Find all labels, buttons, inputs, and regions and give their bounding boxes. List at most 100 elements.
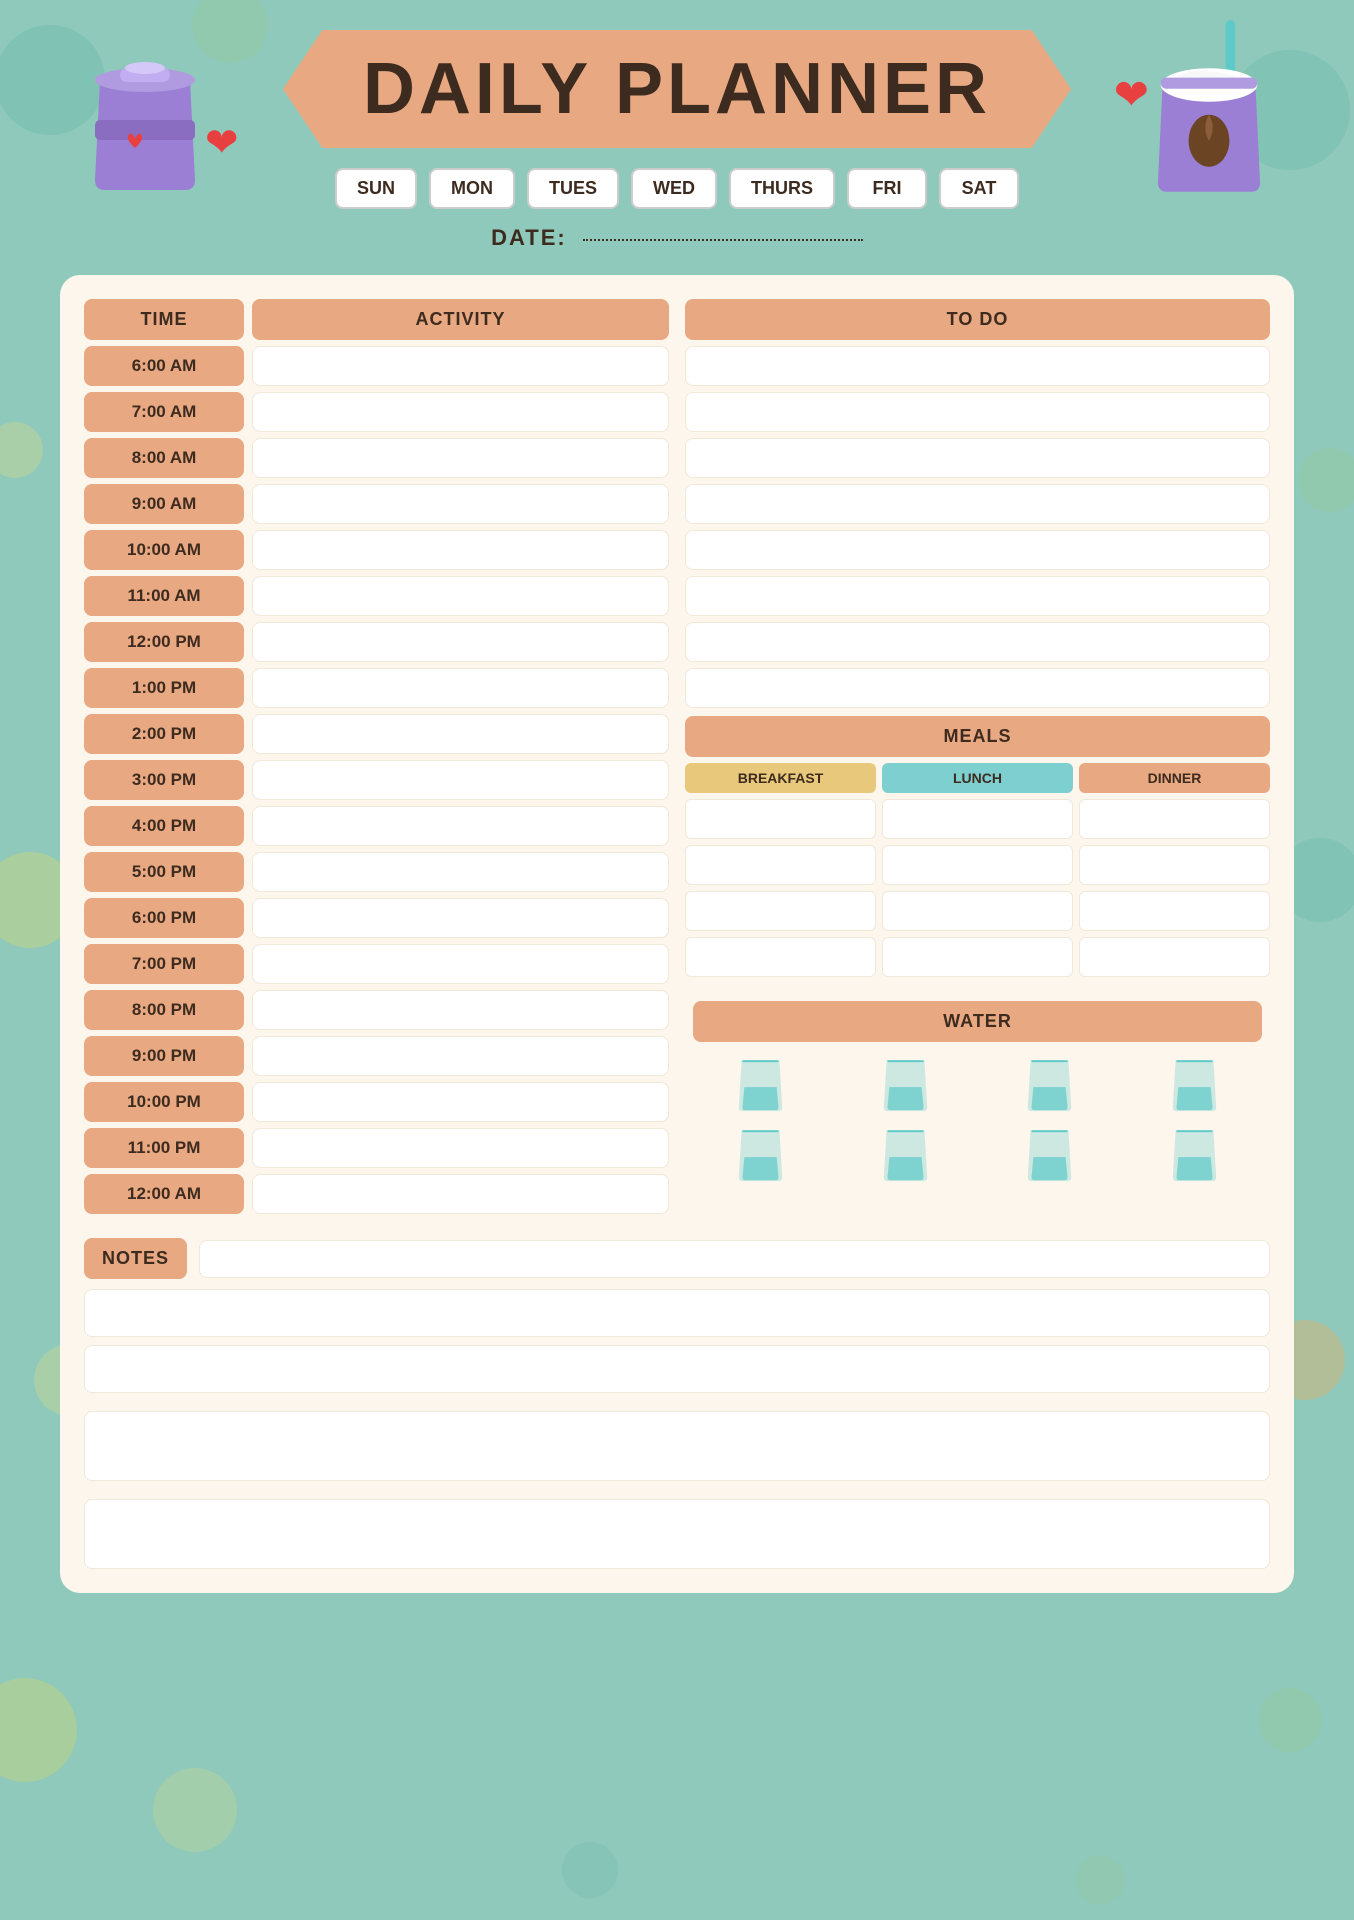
- water-glasses-bottom: [693, 1122, 1262, 1182]
- water-glass-3[interactable]: [1022, 1052, 1077, 1112]
- time-700pm: 7:00 PM: [84, 944, 244, 984]
- water-glass-7[interactable]: [1022, 1122, 1077, 1182]
- notes-row-1[interactable]: [84, 1289, 1270, 1337]
- time-row-600pm: 6:00 PM: [84, 898, 669, 938]
- activity-800pm[interactable]: [252, 990, 669, 1030]
- lunch-col-header: LUNCH: [882, 763, 1073, 793]
- day-thurs[interactable]: THURS: [729, 168, 835, 209]
- todo-row-8[interactable]: [685, 668, 1270, 708]
- breakfast-cell-3[interactable]: [685, 891, 876, 931]
- notes-section: NOTES: [84, 1238, 1270, 1569]
- activity-700pm[interactable]: [252, 944, 669, 984]
- todo-row-6[interactable]: [685, 576, 1270, 616]
- day-fri[interactable]: FRI: [847, 168, 927, 209]
- date-row: DATE:: [50, 225, 1304, 251]
- activity-900am[interactable]: [252, 484, 669, 524]
- day-mon[interactable]: MON: [429, 168, 515, 209]
- planner-card: TIME ACTIVITY 6:00 AM 7:00 AM 8:00 AM: [60, 275, 1294, 1593]
- activity-400pm[interactable]: [252, 806, 669, 846]
- dinner-cell-1[interactable]: [1079, 799, 1270, 839]
- day-tues[interactable]: TUES: [527, 168, 619, 209]
- time-700am: 7:00 AM: [84, 392, 244, 432]
- breakfast-cell-2[interactable]: [685, 845, 876, 885]
- activity-700am[interactable]: [252, 392, 669, 432]
- time-900am: 9:00 AM: [84, 484, 244, 524]
- todo-row-3[interactable]: [685, 438, 1270, 478]
- table-header-row: TIME ACTIVITY: [84, 299, 669, 340]
- activity-1200pm[interactable]: [252, 622, 669, 662]
- meals-header: MEALS: [685, 716, 1270, 757]
- todo-row-4[interactable]: [685, 484, 1270, 524]
- notes-row-2[interactable]: [84, 1345, 1270, 1393]
- dinner-cell-4[interactable]: [1079, 937, 1270, 977]
- activity-800am[interactable]: [252, 438, 669, 478]
- todo-rows: [685, 346, 1270, 708]
- dinner-cell-3[interactable]: [1079, 891, 1270, 931]
- time-row-1000am: 10:00 AM: [84, 530, 669, 570]
- meals-columns: BREAKFAST LUNCH DINNER: [685, 763, 1270, 793]
- water-glass-8[interactable]: [1167, 1122, 1222, 1182]
- lunch-cell-1[interactable]: [882, 799, 1073, 839]
- activity-500pm[interactable]: [252, 852, 669, 892]
- water-glass-4[interactable]: [1167, 1052, 1222, 1112]
- todo-row-5[interactable]: [685, 530, 1270, 570]
- activity-300pm[interactable]: [252, 760, 669, 800]
- coffee-cup-right: [1144, 20, 1274, 190]
- activity-1200am[interactable]: [252, 1174, 669, 1214]
- time-row-1200am: 12:00 AM: [84, 1174, 669, 1214]
- activity-900pm[interactable]: [252, 1036, 669, 1076]
- activity-1000pm[interactable]: [252, 1082, 669, 1122]
- date-input-dots: [583, 237, 863, 241]
- time-row-200pm: 2:00 PM: [84, 714, 669, 754]
- water-glass-6[interactable]: [878, 1122, 933, 1182]
- time-500pm: 5:00 PM: [84, 852, 244, 892]
- water-header: WATER: [693, 1001, 1262, 1042]
- time-300pm: 3:00 PM: [84, 760, 244, 800]
- day-wed[interactable]: WED: [631, 168, 717, 209]
- lunch-cell-2[interactable]: [882, 845, 1073, 885]
- left-section: TIME ACTIVITY 6:00 AM 7:00 AM 8:00 AM: [84, 299, 669, 1220]
- todo-row-2[interactable]: [685, 392, 1270, 432]
- breakfast-cell-4[interactable]: [685, 937, 876, 977]
- meals-row-1: [685, 799, 1270, 839]
- notes-row-4[interactable]: [84, 1499, 1270, 1569]
- water-glass-1[interactable]: [733, 1052, 788, 1112]
- header: ❤ ❤ DAILY PLANNER SUN MON TUES WED THURS…: [50, 30, 1304, 251]
- breakfast-col-header: BREAKFAST: [685, 763, 876, 793]
- notes-row-3[interactable]: [84, 1411, 1270, 1481]
- time-800am: 8:00 AM: [84, 438, 244, 478]
- page-title: DAILY PLANNER: [363, 48, 991, 130]
- water-glass-5[interactable]: [733, 1122, 788, 1182]
- time-row-1100am: 11:00 AM: [84, 576, 669, 616]
- time-900pm: 9:00 PM: [84, 1036, 244, 1076]
- activity-1100pm[interactable]: [252, 1128, 669, 1168]
- activity-1000am[interactable]: [252, 530, 669, 570]
- time-1200am: 12:00 AM: [84, 1174, 244, 1214]
- date-label: DATE:: [491, 225, 567, 250]
- time-1100pm: 11:00 PM: [84, 1128, 244, 1168]
- breakfast-cell-1[interactable]: [685, 799, 876, 839]
- activity-1100am[interactable]: [252, 576, 669, 616]
- todo-row-7[interactable]: [685, 622, 1270, 662]
- lunch-cell-3[interactable]: [882, 891, 1073, 931]
- days-row: SUN MON TUES WED THURS FRI SAT: [50, 168, 1304, 209]
- notes-first-line[interactable]: [199, 1240, 1270, 1278]
- dinner-cell-2[interactable]: [1079, 845, 1270, 885]
- time-row-900am: 9:00 AM: [84, 484, 669, 524]
- activity-200pm[interactable]: [252, 714, 669, 754]
- activity-600pm[interactable]: [252, 898, 669, 938]
- activity-600am[interactable]: [252, 346, 669, 386]
- lunch-cell-4[interactable]: [882, 937, 1073, 977]
- schedule-grid: TIME ACTIVITY 6:00 AM 7:00 AM 8:00 AM: [84, 299, 1270, 1220]
- time-400pm: 4:00 PM: [84, 806, 244, 846]
- activity-100pm[interactable]: [252, 668, 669, 708]
- title-banner: DAILY PLANNER: [283, 30, 1071, 148]
- day-sat[interactable]: SAT: [939, 168, 1019, 209]
- notes-header-row: NOTES: [84, 1238, 1270, 1279]
- meals-row-3: [685, 891, 1270, 931]
- time-600am: 6:00 AM: [84, 346, 244, 386]
- todo-row-1[interactable]: [685, 346, 1270, 386]
- water-glass-2[interactable]: [878, 1052, 933, 1112]
- time-1200pm: 12:00 PM: [84, 622, 244, 662]
- day-sun[interactable]: SUN: [335, 168, 417, 209]
